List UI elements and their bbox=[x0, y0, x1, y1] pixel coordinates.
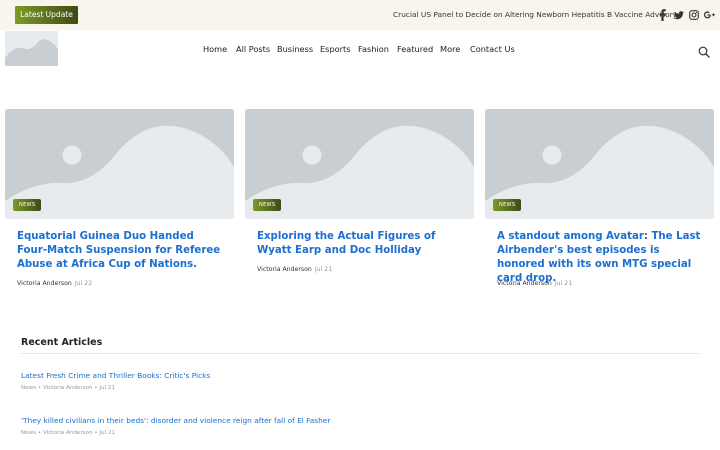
category-badge[interactable]: NEWS bbox=[13, 199, 42, 211]
featured-card-title[interactable]: Equatorial Guinea Duo Handed Four-Match … bbox=[17, 230, 227, 272]
site-logo[interactable] bbox=[5, 31, 58, 66]
category-badge[interactable]: NEWS bbox=[493, 199, 522, 211]
nav-item-esports[interactable]: Esports bbox=[320, 44, 351, 54]
nav-item-business[interactable]: Business bbox=[277, 44, 313, 54]
twitter-icon[interactable] bbox=[674, 9, 684, 21]
post-date: Jul 21 bbox=[554, 280, 573, 287]
recent-article-title[interactable]: Latest Fresh Crime and Thriller Books: C… bbox=[21, 371, 210, 380]
author-name[interactable]: Victoria Anderson bbox=[17, 280, 72, 287]
instagram-icon[interactable] bbox=[689, 9, 699, 21]
nav-item-contact-us[interactable]: Contact Us bbox=[470, 44, 515, 54]
featured-card-title[interactable]: Exploring the Actual Figures of Wyatt Ea… bbox=[257, 230, 467, 258]
latest-update-button[interactable]: Latest Update bbox=[15, 6, 78, 24]
post-date: Jul 21 bbox=[314, 266, 333, 273]
facebook-icon[interactable] bbox=[659, 9, 666, 21]
post-date: Jul 22 bbox=[74, 280, 93, 287]
recent-articles-heading: Recent Articles bbox=[21, 337, 103, 348]
category-badge[interactable]: NEWS bbox=[253, 199, 282, 211]
recent-article-title[interactable]: 'They killed civilians in their beds': d… bbox=[21, 416, 330, 425]
search-icon[interactable] bbox=[698, 43, 710, 58]
recent-article-meta: News • Victoria Anderson • Jul 21 bbox=[21, 430, 116, 436]
section-divider bbox=[21, 353, 700, 354]
author-name[interactable]: Victoria Anderson bbox=[257, 266, 312, 273]
featured-card-meta: Victoria Anderson Jul 22 bbox=[17, 280, 92, 287]
featured-card-meta: Victoria Anderson Jul 21 bbox=[257, 266, 332, 273]
news-ticker-link[interactable]: Crucial US Panel to Decide on Altering N… bbox=[393, 10, 677, 19]
nav-item-all-posts[interactable]: All Posts bbox=[236, 44, 270, 54]
nav-item-home[interactable]: Home bbox=[203, 44, 227, 54]
featured-card-meta: Victoria Anderson Jul 21 bbox=[497, 280, 572, 287]
nav-item-featured[interactable]: Featured bbox=[397, 44, 433, 54]
recent-article-meta: News • Victoria Anderson • Jul 21 bbox=[21, 385, 116, 391]
google-plus-icon[interactable] bbox=[704, 9, 715, 21]
nav-item-fashion[interactable]: Fashion bbox=[358, 44, 389, 54]
nav-item-more[interactable]: More bbox=[440, 44, 460, 54]
featured-card-title[interactable]: A standout among Avatar: The Last Airben… bbox=[497, 230, 707, 286]
author-name[interactable]: Victoria Anderson bbox=[497, 280, 552, 287]
